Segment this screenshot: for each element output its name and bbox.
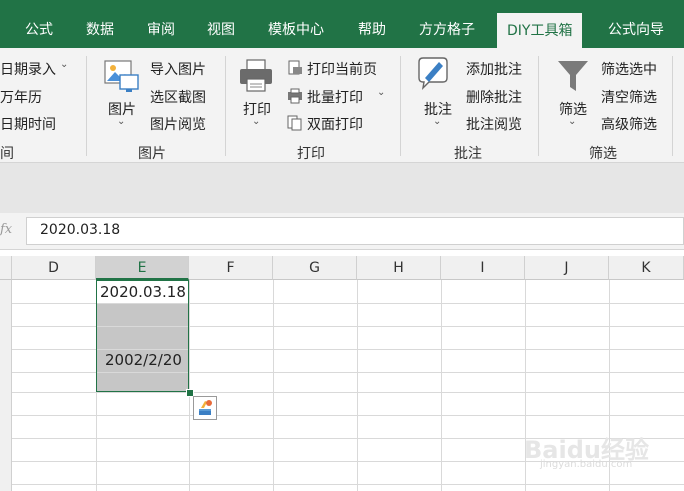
filter-icon[interactable] (556, 58, 590, 94)
grid-line (12, 415, 684, 416)
chevron-down-icon[interactable]: ⌄ (60, 59, 68, 70)
column-header-e[interactable]: E (96, 256, 189, 280)
chevron-down-icon[interactable]: ⌄ (568, 116, 576, 127)
delete-comment-button[interactable]: 删除批注 (466, 87, 522, 107)
formula-value: 2020.03.18 (40, 222, 121, 238)
printer-icon[interactable] (238, 58, 274, 94)
grid-line (273, 280, 274, 491)
comment-group-label: 批注 (454, 146, 482, 162)
batch-print-icon (287, 88, 303, 104)
duplex-print-icon (287, 115, 303, 131)
column-header-k[interactable]: K (609, 256, 684, 280)
print-current-page-button[interactable]: 打印当前页 (307, 59, 377, 79)
watermark-url: jingyan.baidu.com (540, 459, 633, 470)
group-divider (538, 56, 539, 156)
date-entry-button[interactable]: 日期录入 (0, 59, 56, 79)
group-divider (400, 56, 401, 156)
print-group-label: 打印 (297, 146, 325, 162)
grid-line (12, 484, 684, 485)
tab-formula-wizard[interactable]: 公式向导 (608, 0, 664, 48)
date-group-label: 间 (0, 146, 14, 162)
tab-view[interactable]: 视图 (207, 0, 235, 48)
picture-icon[interactable] (104, 58, 140, 94)
tab-diy-toolbox[interactable]: DIY工具箱 (497, 13, 583, 48)
tab-fangfang-gezi[interactable]: 方方格子 (419, 0, 475, 48)
region-screenshot-button[interactable]: 选区截图 (150, 87, 206, 107)
picture-browse-button[interactable]: 图片阅览 (150, 114, 206, 134)
filter-selected-button[interactable]: 筛选选中 (601, 59, 657, 79)
cell-e1[interactable]: 2020.03.18 (100, 283, 186, 301)
tab-data[interactable]: 数据 (86, 0, 114, 48)
group-divider (672, 56, 673, 156)
comment-browse-button[interactable]: 批注阅览 (466, 114, 522, 134)
grid-line (357, 280, 358, 491)
column-header-g[interactable]: G (273, 256, 357, 280)
column-header-j[interactable]: J (525, 256, 609, 280)
image-group-label: 图片 (138, 146, 166, 162)
column-header-f[interactable]: F (189, 256, 273, 280)
autofill-options-button[interactable] (193, 396, 217, 420)
chevron-down-icon[interactable]: ⌄ (117, 116, 125, 127)
row-header-corner[interactable] (0, 256, 12, 280)
grid-line (12, 392, 684, 393)
grid-line (441, 280, 442, 491)
clear-filter-button[interactable]: 清空筛选 (601, 87, 657, 107)
column-header-i[interactable]: I (441, 256, 525, 280)
add-comment-button[interactable]: 添加批注 (466, 59, 522, 79)
group-divider (225, 56, 226, 156)
formula-input[interactable] (26, 217, 684, 245)
row-headers[interactable] (0, 280, 12, 491)
advanced-filter-button[interactable]: 高级筛选 (601, 114, 657, 134)
tab-template-center[interactable]: 模板中心 (268, 0, 324, 48)
tab-review[interactable]: 审阅 (147, 0, 175, 48)
perpetual-calendar-button[interactable]: 万年历 (0, 87, 42, 107)
print-page-icon (287, 60, 303, 76)
chevron-down-icon[interactable]: ⌄ (433, 116, 441, 127)
notification-band (0, 163, 684, 213)
column-header-h[interactable]: H (357, 256, 441, 280)
comment-icon[interactable] (417, 56, 451, 94)
group-divider (86, 56, 87, 156)
duplex-print-button[interactable]: 双面打印 (307, 114, 363, 134)
filter-group-label: 筛选 (589, 146, 617, 162)
autofill-options-icon (199, 400, 212, 415)
date-time-button[interactable]: 日期时间 (0, 114, 56, 134)
cell-e4[interactable]: 2002/2/20 (105, 351, 182, 369)
chevron-down-icon[interactable]: ⌄ (377, 87, 385, 98)
chevron-down-icon[interactable]: ⌄ (252, 116, 260, 127)
import-picture-button[interactable]: 导入图片 (150, 59, 206, 79)
fx-icon[interactable]: fx (0, 222, 12, 237)
grid-line (189, 280, 190, 491)
tab-help[interactable]: 帮助 (358, 0, 386, 48)
tab-formulas[interactable]: 公式 (25, 0, 53, 48)
batch-print-button[interactable]: 批量打印 (307, 87, 363, 107)
column-header-d[interactable]: D (12, 256, 96, 280)
